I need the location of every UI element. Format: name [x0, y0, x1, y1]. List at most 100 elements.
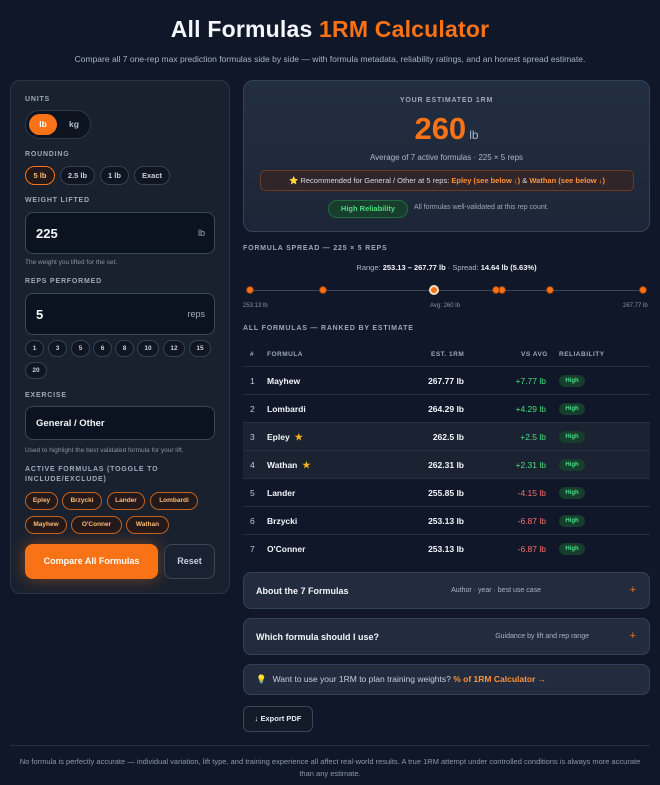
- table-row: 2 Lombardi 264.29 lb +4.29 lb High: [243, 394, 650, 422]
- row-name-text: Lombardi: [267, 404, 306, 414]
- tip-text: Want to use your 1RM to plan training we…: [272, 674, 451, 684]
- formula-toggle-mayhew[interactable]: Mayhew: [25, 516, 67, 534]
- accordion-meta: Guidance by lift and rep range: [495, 633, 589, 640]
- formulas-label: ACTIVE FORMULAS (TOGGLE TO INCLUDE/EXCLU…: [25, 465, 158, 485]
- weight-value: 225: [36, 226, 58, 241]
- reps-quick-10[interactable]: 10: [137, 340, 159, 357]
- spread-info: Range: 253.13 – 267.77 lb · Spread: 14.6…: [243, 263, 650, 272]
- spread-value: 14.64 lb (5.63%): [480, 263, 537, 272]
- table-row: 6 Brzycki 253.13 lb -6.87 lb High: [243, 506, 650, 534]
- formula-toggle-lombardi[interactable]: Lombardi: [150, 492, 198, 510]
- table-row: 4 Wathan ★ 262.31 lb +2.31 lb High: [243, 450, 650, 478]
- rounding-exact-chip[interactable]: Exact: [134, 166, 170, 185]
- spread-avg-label: Avg: 260 lb: [430, 303, 460, 309]
- row-rank: 6: [250, 516, 255, 526]
- row-vs-avg: -6.87 lb: [517, 516, 546, 526]
- lightbulb-icon: 💡: [256, 674, 267, 684]
- percent-1rm-link[interactable]: % of 1RM Calculator →: [453, 674, 546, 684]
- reps-quick-15[interactable]: 15: [189, 340, 211, 357]
- reps-quick-6[interactable]: 6: [93, 340, 112, 357]
- unit-lb-button[interactable]: lb: [29, 114, 57, 135]
- formula-toggle-oconner[interactable]: O'Conner: [71, 516, 122, 534]
- row-name-text: Epley: [267, 432, 290, 442]
- weight-unit: lb: [197, 228, 205, 238]
- row-estimate: 253.13 lb: [428, 544, 464, 554]
- row-estimate: 262.31 lb: [428, 460, 464, 470]
- row-vs-avg: +7.77 lb: [515, 376, 547, 386]
- row-formula-name: Mayhew: [267, 376, 300, 386]
- spread-label: FORMULA SPREAD — 225 × 5 REPS: [243, 245, 388, 252]
- result-label: YOUR ESTIMATED 1RM: [399, 97, 494, 104]
- row-rank: 4: [250, 460, 255, 470]
- accordion-title: About the 7 Formulas: [256, 586, 349, 596]
- row-vs-avg: -6.87 lb: [517, 544, 546, 554]
- formula-toggle-epley[interactable]: Epley: [25, 492, 58, 510]
- row-estimate: 267.77 lb: [428, 376, 464, 386]
- reps-quick-8[interactable]: 8: [115, 340, 134, 357]
- reliability-note: All formulas well-validated at this rep …: [414, 204, 549, 211]
- range-value: 253.13 – 267.77 lb: [382, 263, 446, 272]
- which-formula-accordion[interactable]: Which formula should I use? Guidance by …: [243, 618, 650, 655]
- rec-see-below-2[interactable]: (see below ↓): [558, 176, 605, 185]
- formulas-label-line2: INCLUDE/EXCLUDE): [25, 476, 107, 483]
- reps-quick-1[interactable]: 1: [25, 340, 44, 357]
- reps-quick-20[interactable]: 20: [25, 362, 47, 379]
- spread-avg-marker: [429, 285, 440, 295]
- reliability-badge: High Reliability: [328, 200, 408, 218]
- footer-divider: [10, 745, 650, 746]
- unit-kg-button[interactable]: kg: [61, 114, 87, 135]
- row-name-text: Wathan: [267, 460, 298, 470]
- th-est: EST. 1RM: [431, 351, 465, 358]
- rec-prefix: ⭐ Recommended for General / Other at 5 r…: [289, 176, 450, 185]
- reps-quick-12[interactable]: 12: [163, 340, 185, 357]
- th-formula: FORMULA: [267, 351, 303, 358]
- row-formula-name: Brzycki: [267, 516, 297, 526]
- reps-quick-5[interactable]: 5: [71, 340, 90, 357]
- row-rank: 3: [250, 432, 255, 442]
- reset-button[interactable]: Reset: [164, 544, 215, 579]
- rec-formula-wathan[interactable]: Wathan: [529, 176, 556, 185]
- row-formula-name: Lombardi: [267, 404, 306, 414]
- row-reliability-badge: High: [559, 515, 585, 527]
- row-vs-avg: +2.31 lb: [515, 460, 547, 470]
- row-reliability-badge: High: [559, 543, 585, 555]
- footer-disclaimer: No formula is perfectly accurate — indiv…: [19, 757, 641, 778]
- spread-dot: [545, 286, 554, 294]
- table-row: 1 Mayhew 267.77 lb +7.77 lb High: [243, 366, 650, 394]
- rounding-1lb-chip[interactable]: 1 lb: [100, 166, 129, 185]
- row-estimate: 264.29 lb: [428, 404, 464, 414]
- row-rank: 2: [250, 404, 255, 414]
- result-value-wrap: 260 lb: [244, 111, 649, 147]
- weight-hint: The weight you lifted for the set.: [25, 259, 118, 266]
- row-rank: 5: [250, 488, 255, 498]
- th-reliability: RELIABILITY: [559, 351, 605, 358]
- exercise-label: EXERCISE: [25, 392, 67, 399]
- reps-input[interactable]: 5 reps: [25, 293, 215, 335]
- table-row: 5 Lander 255.85 lb -4.15 lb High: [243, 478, 650, 506]
- reps-label: REPS PERFORMED: [25, 278, 102, 285]
- rounding-2-5lb-chip[interactable]: 2.5 lb: [60, 166, 95, 185]
- title-main: All Formulas: [170, 16, 313, 42]
- export-pdf-button[interactable]: ↓ Export PDF: [243, 706, 313, 732]
- star-icon: ★: [302, 460, 311, 470]
- compare-button[interactable]: Compare All Formulas: [25, 544, 158, 579]
- rec-formula-epley[interactable]: Epley: [451, 176, 471, 185]
- row-formula-name: Lander: [267, 488, 295, 498]
- reps-quick-3[interactable]: 3: [48, 340, 67, 357]
- rec-amp: &: [522, 176, 528, 185]
- reps-unit: reps: [187, 309, 205, 319]
- tip-banner: 💡 Want to use your 1RM to plan training w…: [243, 664, 650, 695]
- formula-toggle-wathan[interactable]: Wathan: [126, 516, 169, 534]
- about-formulas-accordion[interactable]: About the 7 Formulas Author · year · bes…: [243, 572, 650, 609]
- spread-dot: [246, 286, 254, 294]
- row-reliability-badge: High: [559, 487, 585, 499]
- exercise-value: General / Other: [36, 418, 105, 429]
- exercise-select[interactable]: General / Other: [25, 406, 215, 440]
- formula-toggle-lander[interactable]: Lander: [107, 492, 145, 510]
- accordion-meta: Author · year · best use case: [451, 587, 541, 594]
- rec-see-below-1[interactable]: (see below ↓): [473, 176, 520, 185]
- weight-input[interactable]: 225 lb: [25, 212, 215, 254]
- rounding-5lb-chip[interactable]: 5 lb: [25, 166, 55, 185]
- formula-toggle-brzycki[interactable]: Brzycki: [62, 492, 102, 510]
- row-formula-name: O'Conner: [267, 544, 305, 554]
